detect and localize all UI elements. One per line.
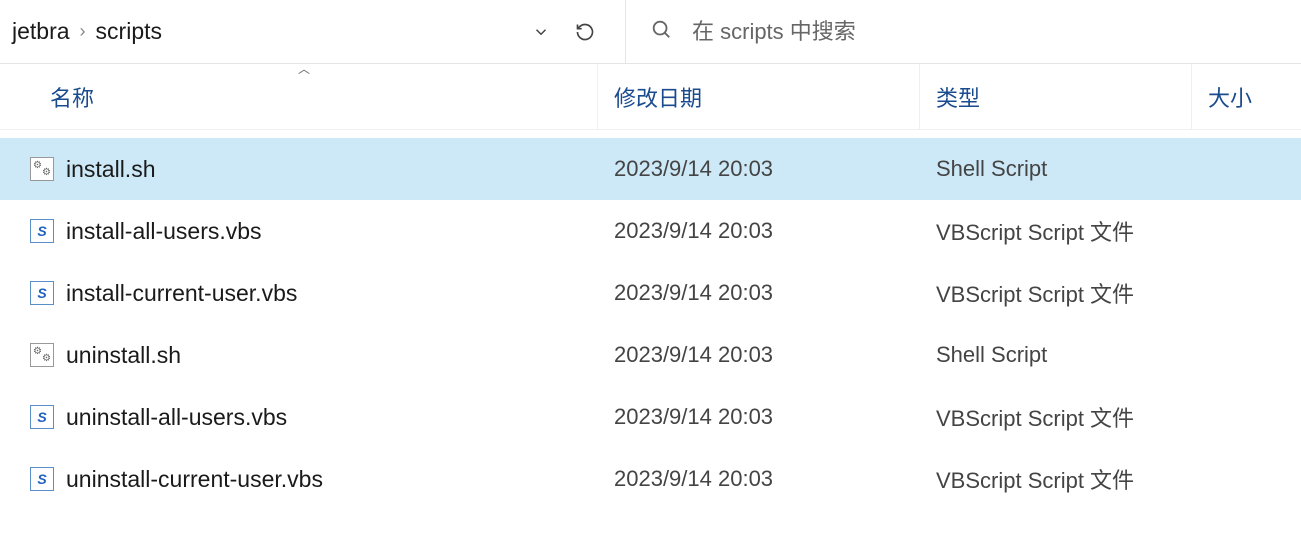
file-name: install.sh xyxy=(66,156,598,183)
file-row[interactable]: install.sh2023/9/14 20:03Shell Script xyxy=(0,138,1301,200)
file-row[interactable]: install-all-users.vbs2023/9/14 20:03VBSc… xyxy=(0,200,1301,262)
column-header-type[interactable]: 类型 xyxy=(920,64,1192,129)
breadcrumb-part[interactable]: scripts xyxy=(96,18,162,45)
search-input[interactable] xyxy=(692,19,1301,45)
history-dropdown-button[interactable] xyxy=(529,20,553,44)
file-name: install-current-user.vbs xyxy=(66,280,598,307)
shell-script-icon xyxy=(30,157,54,181)
breadcrumb-part[interactable]: jetbra xyxy=(12,18,70,45)
column-header-label: 名称 xyxy=(50,81,94,113)
column-header-label: 类型 xyxy=(936,81,980,113)
column-header-label: 修改日期 xyxy=(614,81,702,113)
file-name: uninstall.sh xyxy=(66,342,598,369)
file-row[interactable]: uninstall.sh2023/9/14 20:03Shell Script xyxy=(0,324,1301,386)
toolbar: jetbra › scripts xyxy=(0,0,1301,64)
column-header-size[interactable]: 大小 xyxy=(1192,64,1301,129)
file-date: 2023/9/14 20:03 xyxy=(598,280,920,306)
file-row[interactable]: uninstall-all-users.vbs2023/9/14 20:03VB… xyxy=(0,386,1301,448)
file-date: 2023/9/14 20:03 xyxy=(598,404,920,430)
file-row[interactable]: uninstall-current-user.vbs2023/9/14 20:0… xyxy=(0,448,1301,510)
file-list: install.sh2023/9/14 20:03Shell Scriptins… xyxy=(0,130,1301,510)
file-date: 2023/9/14 20:03 xyxy=(598,218,920,244)
file-name: uninstall-all-users.vbs xyxy=(66,404,598,431)
refresh-button[interactable] xyxy=(573,20,597,44)
vbscript-icon xyxy=(30,405,54,429)
chevron-right-icon: › xyxy=(80,21,86,42)
shell-script-icon xyxy=(30,343,54,367)
file-row[interactable]: install-current-user.vbs2023/9/14 20:03V… xyxy=(0,262,1301,324)
vbscript-icon xyxy=(30,281,54,305)
address-bar[interactable]: jetbra › scripts xyxy=(0,0,626,63)
column-headers: 名称 ︿ 修改日期 类型 大小 xyxy=(0,64,1301,130)
file-type: VBScript Script 文件 xyxy=(920,401,1301,433)
file-type: VBScript Script 文件 xyxy=(920,463,1301,495)
file-type: Shell Script xyxy=(920,156,1301,182)
breadcrumb: jetbra › scripts xyxy=(12,18,529,45)
vbscript-icon xyxy=(30,467,54,491)
search-section[interactable] xyxy=(626,0,1301,63)
file-name: install-all-users.vbs xyxy=(66,218,598,245)
file-type: Shell Script xyxy=(920,342,1301,368)
column-header-name[interactable]: 名称 ︿ xyxy=(0,64,598,129)
toolbar-actions xyxy=(529,20,617,44)
file-date: 2023/9/14 20:03 xyxy=(598,342,920,368)
file-type: VBScript Script 文件 xyxy=(920,277,1301,309)
file-date: 2023/9/14 20:03 xyxy=(598,156,920,182)
file-date: 2023/9/14 20:03 xyxy=(598,466,920,492)
file-name: uninstall-current-user.vbs xyxy=(66,466,598,493)
vbscript-icon xyxy=(30,219,54,243)
column-header-date[interactable]: 修改日期 xyxy=(598,64,920,129)
sort-ascending-icon: ︿ xyxy=(298,60,310,77)
search-icon xyxy=(650,18,672,45)
column-header-label: 大小 xyxy=(1208,81,1252,113)
file-type: VBScript Script 文件 xyxy=(920,215,1301,247)
